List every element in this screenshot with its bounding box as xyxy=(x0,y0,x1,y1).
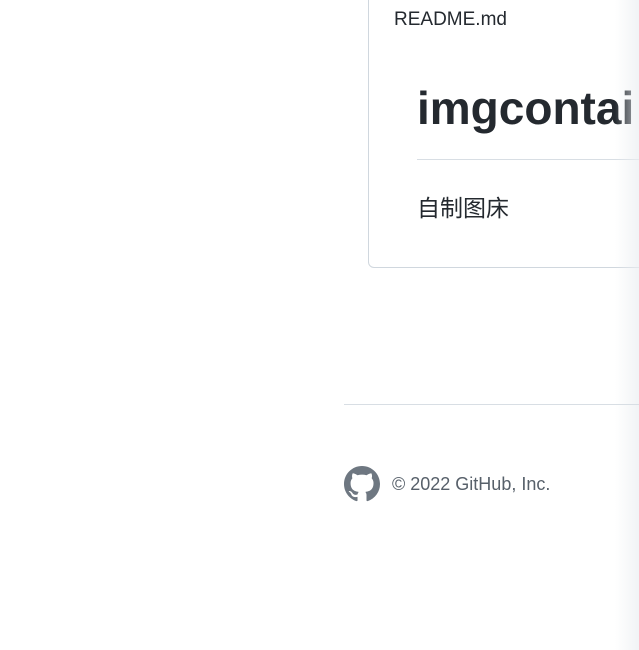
footer-copyright: © 2022 GitHub, Inc. xyxy=(392,474,551,494)
page: README.md imgcontai 自制图床 © 2022 GitHub, … xyxy=(0,0,639,650)
readme-filename-link[interactable]: README.md xyxy=(394,9,507,31)
readme-description: 自制图床 xyxy=(417,195,509,221)
readme-heading: imgcontai xyxy=(417,82,635,134)
footer-divider xyxy=(344,404,639,405)
readme-card: README.md imgcontai 自制图床 xyxy=(368,0,639,268)
heading-divider xyxy=(417,159,639,160)
github-mark-icon[interactable] xyxy=(344,466,380,502)
